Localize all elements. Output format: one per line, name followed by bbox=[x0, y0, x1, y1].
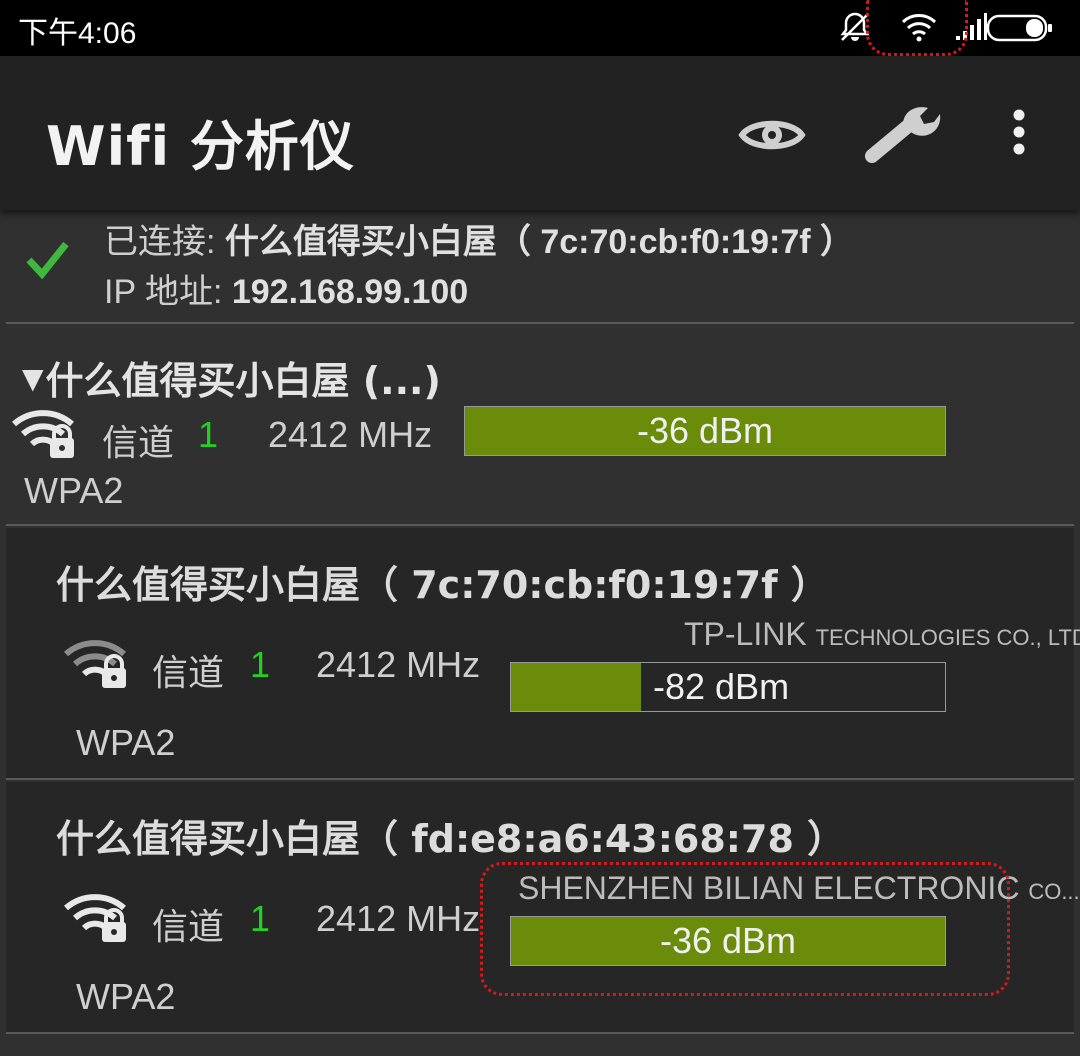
channel-label: 信道 bbox=[152, 906, 225, 947]
ip-address: 192.168.99.100 bbox=[231, 273, 469, 311]
network-card[interactable]: 什么值得买小白屋（ 7c:70:cb:f0:19:7f ） TP-LINK TE… bbox=[6, 528, 1080, 778]
connected-ssid: 什么值得买小白屋（ 7c:70:cb:f0:19:7f ） bbox=[224, 223, 855, 261]
ip-line: IP 地址: 192.168.99.100 bbox=[104, 264, 468, 313]
wrench-icon[interactable] bbox=[864, 102, 944, 166]
divider bbox=[6, 778, 1074, 780]
network-group[interactable]: ▼什么值得买小白屋 (...) 信道 1 2412 MHz -36 dBm WP… bbox=[0, 324, 1080, 524]
frequency: 2412 MHz bbox=[316, 644, 481, 685]
overflow-menu-icon[interactable] bbox=[1004, 108, 1034, 158]
channel-label: 信道 bbox=[152, 652, 225, 693]
wifi-lock-icon bbox=[12, 410, 74, 458]
network-title: 什么值得买小白屋（ 7c:70:cb:f0:19:7f ） bbox=[56, 563, 829, 607]
check-icon bbox=[26, 241, 69, 280]
security-type: WPA2 bbox=[76, 722, 176, 763]
vendor-name: TP-LINK TECHNOLOGIES CO., LTD bbox=[684, 616, 1080, 652]
connected-label: 已连接: bbox=[104, 223, 216, 261]
signal-value: -36 dBm bbox=[636, 410, 774, 451]
battery-icon bbox=[986, 14, 1052, 42]
connected-line: 已连接: 什么值得买小白屋（ 7c:70:cb:f0:19:7f ） bbox=[104, 214, 854, 263]
frequency: 2412 MHz bbox=[268, 414, 433, 455]
wifi-lock-icon bbox=[64, 640, 126, 688]
security-type: WPA2 bbox=[24, 470, 124, 511]
app-title: Wifi 分析仪 bbox=[46, 115, 355, 178]
wifi-lock-icon bbox=[64, 894, 126, 942]
group-title[interactable]: ▼什么值得买小白屋 (...) bbox=[22, 350, 441, 405]
network-title: 什么值得买小白屋（ fd:e8:a6:43:68:78 ） bbox=[56, 817, 846, 861]
channel-label: 信道 bbox=[102, 422, 175, 463]
security-type: WPA2 bbox=[76, 976, 176, 1017]
signal-callout bbox=[480, 862, 1010, 996]
signal-bar: -82 dBm bbox=[510, 662, 946, 712]
ip-label: IP 地址: bbox=[104, 273, 223, 311]
expand-triangle-icon: ▼ bbox=[22, 362, 44, 395]
signal-value: -82 dBm bbox=[653, 666, 790, 707]
connection-info: 已连接: 什么值得买小白屋（ 7c:70:cb:f0:19:7f ） IP 地址… bbox=[0, 212, 1080, 322]
channel-value: 1 bbox=[250, 644, 271, 685]
channel-value: 1 bbox=[198, 414, 219, 455]
frequency: 2412 MHz bbox=[316, 898, 481, 939]
divider bbox=[6, 1032, 1074, 1034]
channel-value: 1 bbox=[250, 898, 271, 939]
divider bbox=[6, 524, 1074, 526]
app-bar: Wifi 分析仪 bbox=[0, 56, 1080, 210]
wifi-status-callout bbox=[866, 0, 968, 56]
eye-icon[interactable] bbox=[738, 112, 806, 158]
group-ssid: 什么值得买小白屋 (...) bbox=[45, 359, 441, 403]
status-time: 下午4:06 bbox=[18, 17, 137, 50]
signal-bar-fill bbox=[511, 663, 642, 711]
signal-bar: -36 dBm bbox=[464, 406, 946, 456]
